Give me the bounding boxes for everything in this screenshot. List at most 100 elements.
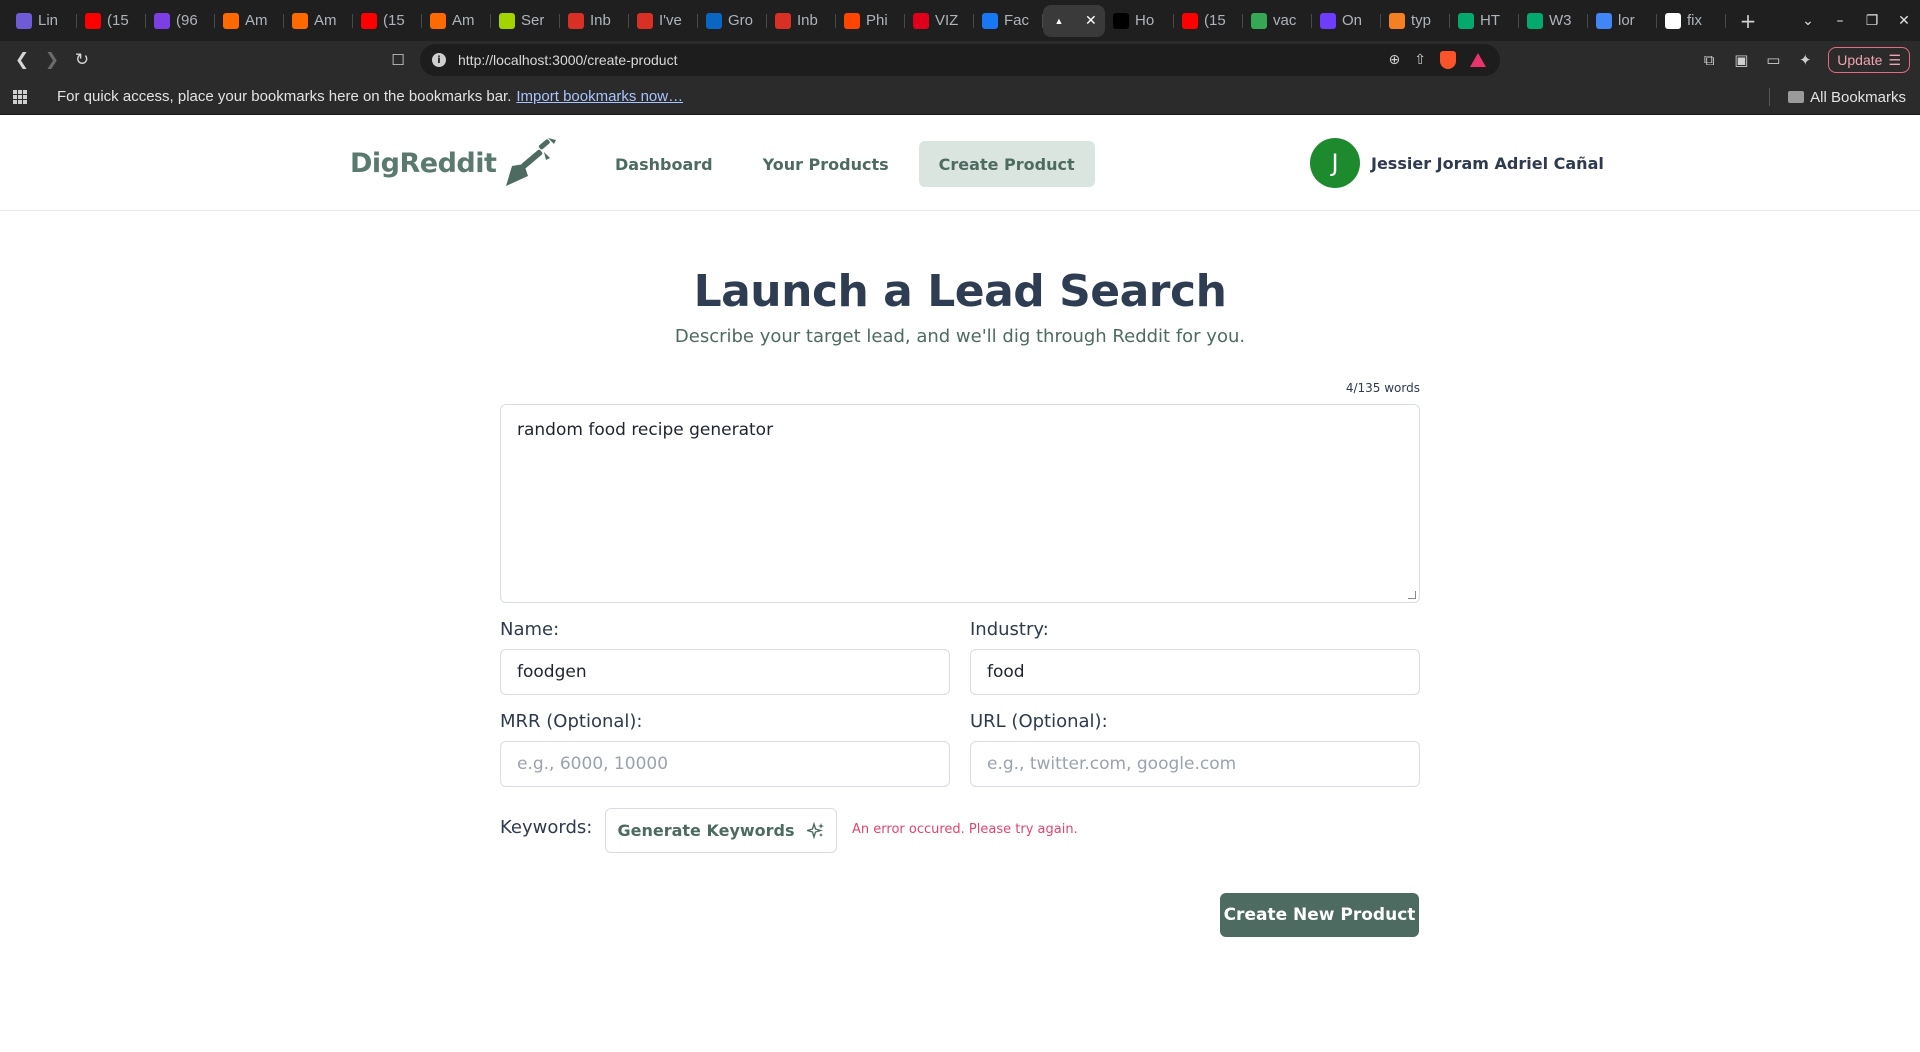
tab-favicon-icon bbox=[85, 12, 101, 29]
nav-create-product[interactable]: Create Product bbox=[918, 141, 1095, 187]
tab-title: Inb bbox=[590, 12, 611, 29]
window-controls: ⌄ – ❐ ✕ bbox=[1792, 0, 1920, 41]
browser-tab[interactable]: Ser bbox=[491, 5, 560, 37]
browser-tab[interactable]: Ho bbox=[1105, 5, 1174, 37]
minimize-icon[interactable]: – bbox=[1824, 13, 1856, 29]
browser-tab[interactable]: fix bbox=[1657, 5, 1726, 37]
address-bar[interactable]: i http://localhost:3000/create-product ⊕… bbox=[420, 44, 1500, 76]
industry-input[interactable]: food bbox=[970, 649, 1420, 695]
mrr-input[interactable]: e.g., 6000, 10000 bbox=[500, 741, 950, 787]
browser-tab[interactable]: vac bbox=[1243, 5, 1312, 37]
close-window-icon[interactable]: ✕ bbox=[1888, 13, 1920, 29]
tab-favicon-icon bbox=[1596, 12, 1612, 29]
browser-tab[interactable]: VIZ bbox=[905, 5, 974, 37]
leo-ai-icon[interactable]: ✦ bbox=[1796, 51, 1814, 69]
browser-tab[interactable]: ▲ ✕ bbox=[1043, 4, 1105, 37]
browser-tab[interactable]: HT bbox=[1450, 5, 1519, 37]
name-input[interactable]: foodgen bbox=[500, 649, 950, 695]
tab-favicon-icon bbox=[982, 12, 998, 29]
browser-tab[interactable]: Am bbox=[215, 5, 284, 37]
browser-tab[interactable]: Am bbox=[284, 5, 353, 37]
browser-tab[interactable]: Inb bbox=[560, 5, 629, 37]
description-value: random food recipe generator bbox=[517, 420, 774, 440]
tab-favicon-icon bbox=[1458, 12, 1474, 29]
url-input[interactable]: e.g., twitter.com, google.com bbox=[970, 741, 1420, 787]
tab-favicon-icon bbox=[292, 12, 308, 29]
description-textarea[interactable]: random food recipe generator bbox=[500, 404, 1420, 603]
keywords-label: Keywords: bbox=[500, 817, 593, 838]
apps-grid-icon[interactable] bbox=[13, 89, 27, 104]
import-bookmarks-link[interactable]: Import bookmarks now… bbox=[516, 88, 683, 105]
tab-favicon-icon bbox=[1113, 12, 1129, 29]
bookmarks-bar: For quick access, place your bookmarks h… bbox=[0, 79, 1920, 115]
tab-favicon-icon bbox=[499, 12, 515, 29]
browser-tab[interactable]: Fac bbox=[974, 5, 1043, 37]
wallet-icon[interactable]: ▭ bbox=[1764, 51, 1782, 69]
reload-icon[interactable]: ↻ bbox=[67, 50, 97, 70]
tab-favicon-icon bbox=[1389, 12, 1405, 29]
tab-favicon-icon bbox=[568, 12, 584, 29]
tab-title: On bbox=[1342, 12, 1363, 29]
browser-tab[interactable]: Gro bbox=[698, 5, 767, 37]
tab-title: lor bbox=[1618, 12, 1635, 29]
generate-keywords-button[interactable]: Generate Keywords bbox=[605, 808, 837, 853]
forward-icon[interactable]: ❯ bbox=[37, 50, 67, 70]
brave-shields-icon[interactable] bbox=[1440, 51, 1456, 69]
avatar[interactable]: J bbox=[1310, 138, 1360, 188]
tab-favicon-icon bbox=[361, 12, 377, 29]
bookmarks-prompt: For quick access, place your bookmarks h… bbox=[57, 88, 512, 105]
name-value: foodgen bbox=[517, 662, 587, 682]
tab-list: Lin (15 (96 Am Am (15 Am Ser Inb I've Gro Inb Phi VIZ… bbox=[0, 0, 1760, 41]
tab-title: VIZ bbox=[935, 12, 959, 29]
browser-tab[interactable]: W3 bbox=[1519, 5, 1588, 37]
browser-tab[interactable]: typ bbox=[1381, 5, 1450, 37]
back-icon[interactable]: ❮ bbox=[7, 50, 37, 70]
tab-favicon-icon bbox=[844, 12, 860, 29]
url-placeholder: e.g., twitter.com, google.com bbox=[987, 754, 1237, 774]
browser-tab[interactable]: Lin bbox=[8, 5, 77, 37]
user-menu[interactable]: J Jessier Joram Adriel Cañal bbox=[1310, 138, 1604, 188]
browser-tab[interactable]: lor bbox=[1588, 5, 1657, 37]
resize-handle[interactable] bbox=[1408, 591, 1416, 599]
all-bookmarks-label: All Bookmarks bbox=[1810, 88, 1906, 106]
browser-tab[interactable]: Am bbox=[422, 5, 491, 37]
browser-tab-strip: Lin (15 (96 Am Am (15 Am Ser Inb I've Gro Inb Phi VIZ… bbox=[0, 0, 1920, 41]
tab-favicon-icon bbox=[1251, 12, 1267, 29]
bookmark-icon[interactable]: ☐ bbox=[378, 44, 418, 76]
tab-favicon-icon bbox=[913, 12, 929, 29]
nav-your-products[interactable]: Your Products bbox=[743, 141, 909, 187]
create-new-product-button[interactable]: Create New Product bbox=[1220, 893, 1419, 937]
browser-tab[interactable]: Inb bbox=[767, 5, 836, 37]
user-name[interactable]: Jessier Joram Adriel Cañal bbox=[1371, 154, 1604, 173]
update-button[interactable]: Update ☰ bbox=[1828, 47, 1910, 73]
new-tab-icon[interactable]: + bbox=[1736, 9, 1760, 33]
share-icon[interactable]: ⇧ bbox=[1414, 52, 1426, 68]
site-info-icon[interactable]: i bbox=[432, 53, 446, 67]
tab-title: Inb bbox=[797, 12, 818, 29]
browser-tab[interactable]: (15 bbox=[353, 5, 422, 37]
main-nav: Dashboard Your Products Create Product bbox=[595, 141, 1095, 187]
nav-dashboard[interactable]: Dashboard bbox=[595, 141, 733, 187]
browser-tab[interactable]: (96 bbox=[146, 5, 215, 37]
tab-search-icon[interactable]: ⌄ bbox=[1792, 13, 1824, 29]
browser-tab[interactable]: I've bbox=[629, 5, 698, 37]
logo[interactable]: DigReddit bbox=[350, 135, 560, 191]
tab-title: (15 bbox=[107, 12, 129, 29]
tab-title: W3 bbox=[1549, 12, 1572, 29]
brave-rewards-icon[interactable] bbox=[1470, 53, 1486, 67]
browser-tab[interactable]: Phi bbox=[836, 5, 905, 37]
close-tab-icon[interactable]: ✕ bbox=[1085, 12, 1097, 29]
url-text[interactable]: http://localhost:3000/create-product bbox=[458, 52, 677, 68]
all-bookmarks-button[interactable]: All Bookmarks bbox=[1788, 79, 1906, 115]
extensions-icon[interactable]: ⧉ bbox=[1700, 51, 1718, 69]
sidebar-icon[interactable]: ▣ bbox=[1732, 51, 1750, 69]
browser-tab[interactable]: (15 bbox=[77, 5, 146, 37]
zoom-icon[interactable]: ⊕ bbox=[1389, 52, 1401, 68]
tab-favicon-icon bbox=[16, 12, 32, 29]
browser-tab[interactable]: (15 bbox=[1174, 5, 1243, 37]
shovel-icon bbox=[506, 138, 557, 186]
restore-icon[interactable]: ❐ bbox=[1856, 13, 1888, 29]
browser-toolbar: ❮ ❯ ↻ ☐ i http://localhost:3000/create-p… bbox=[0, 41, 1920, 79]
browser-tab[interactable]: On bbox=[1312, 5, 1381, 37]
tab-separator bbox=[1725, 13, 1726, 28]
